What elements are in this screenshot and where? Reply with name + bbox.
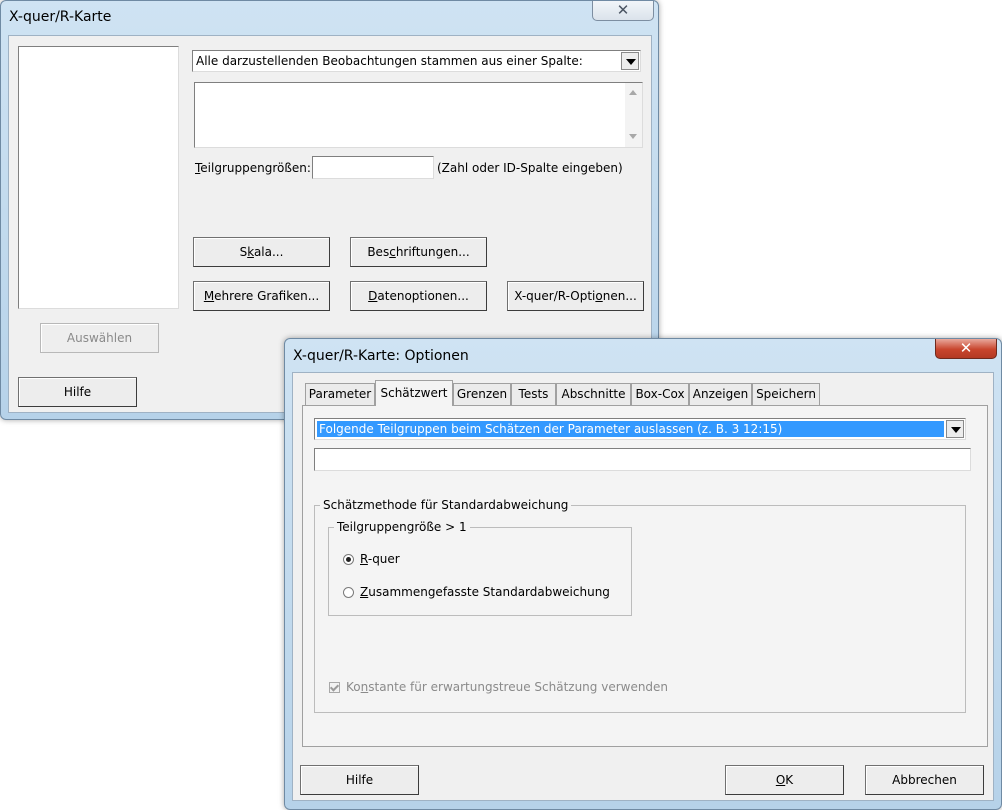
unbiasing-constant-checkbox[interactable] — [329, 682, 340, 693]
scroll-up-icon[interactable] — [629, 90, 637, 95]
options-dialog-title: X-quer/R-Karte: Optionen — [293, 348, 469, 364]
omit-subgroups-input[interactable] — [314, 448, 971, 471]
tab-save[interactable]: Speichern — [752, 383, 820, 405]
scale-button[interactable]: Skala... — [193, 237, 330, 267]
select-button[interactable]: Auswählen — [40, 323, 159, 353]
main-dialog-titlebar[interactable]: X-quer/R-Karte ✕ — [1, 1, 658, 31]
pooled-sd-radio[interactable] — [343, 587, 354, 598]
chevron-down-icon[interactable] — [946, 420, 964, 438]
tab-page: Folgende Teilgruppen beim Schätzen der P… — [302, 405, 988, 747]
rbar-radio[interactable] — [343, 554, 354, 565]
close-icon[interactable]: ✕ — [592, 1, 654, 21]
method-group-legend: Schätzmethode für Standardabweichung — [320, 498, 572, 512]
pooled-sd-radio-label[interactable]: Zusammengefasste Standardabweichung — [360, 585, 610, 599]
columns-textbox[interactable] — [194, 82, 643, 148]
check-icon — [329, 682, 340, 692]
tab-stages[interactable]: Abschnitte — [556, 383, 631, 405]
subgroup-size-hint: (Zahl oder ID-Spalte eingeben) — [437, 161, 623, 175]
data-layout-select[interactable]: Alle darzustellenden Beobachtungen stamm… — [192, 50, 641, 72]
chevron-down-icon[interactable] — [621, 52, 639, 70]
tab-parameter[interactable]: Parameter — [305, 383, 375, 405]
subgroup-size-groupbox: Teilgruppengröße > 1 R-quer Zusammengefa… — [328, 520, 632, 616]
omit-subgroups-select[interactable]: Folgende Teilgruppen beim Schätzen der P… — [314, 418, 966, 440]
data-options-button[interactable]: Datenoptionen... — [350, 281, 487, 311]
tab-estimate[interactable]: Schätzwert — [375, 380, 453, 406]
cancel-button[interactable]: Abbrechen — [865, 765, 984, 795]
subgroup-size-label: Teilgruppengrößen: — [195, 161, 311, 175]
data-layout-select-value: Alle darzustellenden Beobachtungen stamm… — [196, 54, 583, 68]
rbar-radio-label[interactable]: R-quer — [360, 552, 400, 566]
help-button[interactable]: Hilfe — [18, 377, 137, 407]
tab-limits[interactable]: Grenzen — [453, 383, 511, 405]
xbar-r-options-button[interactable]: X-quer/R-Optionen... — [507, 281, 644, 311]
multiple-graphs-button[interactable]: Mehrere Grafiken... — [193, 281, 330, 311]
variable-list[interactable] — [18, 46, 179, 309]
tab-tests[interactable]: Tests — [511, 383, 556, 405]
scrollbar[interactable] — [625, 83, 642, 147]
unbiasing-constant-label: Konstante für erwartungstreue Schätzung … — [346, 680, 669, 694]
labels-button[interactable]: Beschriftungen... — [350, 237, 487, 267]
options-help-button[interactable]: Hilfe — [300, 765, 419, 795]
close-icon[interactable]: ✕ — [935, 339, 997, 359]
subgroup-size-input[interactable] — [312, 156, 434, 179]
ok-button[interactable]: OK — [725, 765, 844, 795]
tab-box-cox[interactable]: Box-Cox — [631, 383, 689, 405]
omit-subgroups-select-value: Folgende Teilgruppen beim Schätzen der P… — [317, 421, 944, 437]
options-dialog-titlebar[interactable]: X-quer/R-Karte: Optionen ✕ — [285, 339, 1001, 369]
main-dialog-title: X-quer/R-Karte — [9, 9, 112, 25]
method-groupbox: Schätzmethode für Standardabweichung Tei… — [314, 498, 966, 713]
subgroup-size-group-legend: Teilgruppengröße > 1 — [334, 520, 470, 534]
scroll-down-icon[interactable] — [629, 134, 637, 139]
tab-display[interactable]: Anzeigen — [689, 383, 752, 405]
